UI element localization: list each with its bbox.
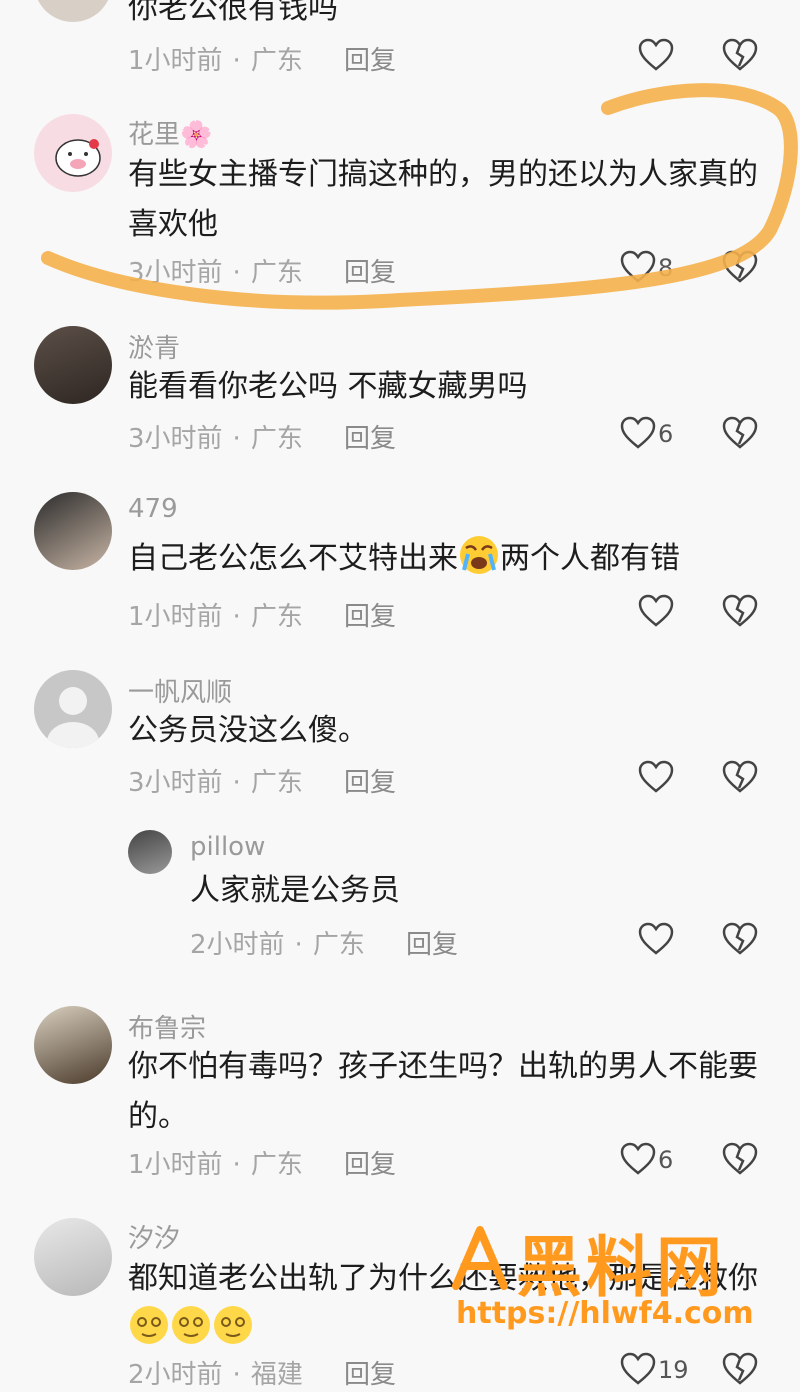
- comment-username[interactable]: 淤青: [128, 328, 180, 365]
- dizzy-emoji-icon: [130, 1306, 168, 1344]
- comment-time: 2小时前: [128, 1360, 223, 1390]
- like-button[interactable]: [638, 38, 708, 78]
- comment-username[interactable]: 汐汐: [128, 1218, 180, 1255]
- comment-username[interactable]: 479: [128, 494, 178, 524]
- avatar[interactable]: [128, 830, 172, 874]
- reply-button[interactable]: 回复: [344, 596, 396, 633]
- dislike-button[interactable]: [722, 416, 762, 456]
- broken-heart-icon: [722, 416, 758, 449]
- comment-text-part: 自己老公怎么不艾特出来: [128, 541, 458, 576]
- comment-time: 3小时前: [128, 768, 223, 798]
- comment-meta: 2小时前 · 福建: [128, 1360, 303, 1390]
- avatar[interactable]: [34, 670, 112, 748]
- comment-meta: 3小时前 · 广东: [128, 258, 303, 288]
- comment-location: 广东: [250, 258, 303, 288]
- comment-meta: 3小时前 · 广东: [128, 424, 303, 454]
- dislike-button[interactable]: [722, 38, 762, 78]
- broken-heart-icon: [722, 594, 758, 627]
- avatar[interactable]: [34, 326, 112, 404]
- comment-time: 1小时前: [128, 602, 223, 632]
- broken-heart-icon: [722, 38, 758, 71]
- comment-text: 你老公很有钱吗: [128, 0, 338, 26]
- watermark-url: https://hlwf4.com: [456, 1296, 754, 1331]
- comment-username[interactable]: 花里🌸: [128, 114, 212, 151]
- comment-time: 3小时前: [128, 424, 223, 454]
- comment-text: 自己老公怎么不艾特出来 两个人都有错: [128, 534, 764, 584]
- heart-icon: [638, 38, 674, 71]
- dizzy-emoji-icon: [172, 1306, 210, 1344]
- heart-icon: [620, 1142, 656, 1175]
- comment-location: 广东: [250, 768, 303, 798]
- dislike-button[interactable]: [722, 760, 762, 800]
- comment-time: 3小时前: [128, 258, 223, 288]
- broken-heart-icon: [722, 250, 758, 283]
- dislike-button[interactable]: [722, 922, 762, 962]
- reply-button[interactable]: 回复: [344, 1144, 396, 1181]
- comment-location: 广东: [250, 602, 303, 632]
- comment-username[interactable]: 布鲁宗: [128, 1008, 206, 1045]
- dislike-button[interactable]: [722, 250, 762, 290]
- comment-meta: 2小时前 · 广东: [190, 930, 365, 960]
- comment-text: 人家就是公务员: [190, 873, 400, 908]
- comment-location: 广东: [250, 46, 303, 76]
- comment-location: 广东: [312, 930, 365, 960]
- dizzy-emoji-icon: [214, 1306, 252, 1344]
- reply-button[interactable]: 回复: [344, 418, 396, 455]
- heart-icon: [620, 1352, 656, 1385]
- reply-button[interactable]: 回复: [344, 1354, 396, 1391]
- avatar[interactable]: [34, 1218, 112, 1296]
- broken-heart-icon: [722, 1352, 758, 1385]
- like-button[interactable]: [638, 594, 708, 634]
- heart-icon: [620, 250, 656, 283]
- reply-button[interactable]: 回复: [344, 762, 396, 799]
- heart-icon: [638, 760, 674, 793]
- comment-meta: 3小时前 · 广东: [128, 768, 303, 798]
- avatar[interactable]: [34, 1006, 112, 1084]
- reply-button[interactable]: 回复: [344, 40, 396, 77]
- watermark-logo-icon: [452, 1226, 508, 1290]
- comment-username[interactable]: 一帆风顺: [128, 672, 232, 709]
- comment-time: 2小时前: [190, 930, 285, 960]
- avatar[interactable]: [34, 0, 112, 22]
- crying-emoji-icon: [460, 536, 498, 574]
- broken-heart-icon: [722, 760, 758, 793]
- comment-meta: 1小时前 · 广东: [128, 1150, 303, 1180]
- like-count: 8: [658, 254, 674, 282]
- dislike-button[interactable]: [722, 1352, 762, 1392]
- comment-text: 有些女主播专门搞这种的，男的还以为人家真的喜欢他: [128, 157, 758, 242]
- dislike-button[interactable]: [722, 594, 762, 634]
- comment-meta: 1小时前 · 广东: [128, 46, 303, 76]
- comment-time: 1小时前: [128, 1150, 223, 1180]
- comment-text-part: 两个人都有错: [500, 541, 680, 576]
- comment-time: 1小时前: [128, 46, 223, 76]
- like-button[interactable]: [638, 760, 708, 800]
- like-button[interactable]: 19: [620, 1352, 690, 1392]
- heart-icon: [638, 594, 674, 627]
- like-button[interactable]: 6: [620, 1142, 690, 1182]
- avatar[interactable]: [34, 114, 112, 192]
- broken-heart-icon: [722, 1142, 758, 1175]
- broken-heart-icon: [722, 922, 758, 955]
- comment-text: 能看看你老公吗 不藏女藏男吗: [128, 369, 528, 404]
- comment-username[interactable]: pillow: [190, 832, 265, 862]
- like-count: 6: [658, 420, 674, 448]
- comment-text: 公务员没这么傻。: [128, 713, 368, 748]
- like-button[interactable]: 8: [620, 250, 690, 290]
- dislike-button[interactable]: [722, 1142, 762, 1182]
- reply-button[interactable]: 回复: [406, 924, 458, 961]
- like-button[interactable]: [638, 922, 708, 962]
- avatar[interactable]: [34, 492, 112, 570]
- comment-meta: 1小时前 · 广东: [128, 602, 303, 632]
- reply-button[interactable]: 回复: [344, 252, 396, 289]
- comment-location: 广东: [250, 1150, 303, 1180]
- like-count: 6: [658, 1146, 674, 1174]
- heart-icon: [638, 922, 674, 955]
- like-button[interactable]: 6: [620, 416, 690, 456]
- like-count: 19: [658, 1356, 689, 1384]
- comment-location: 广东: [250, 424, 303, 454]
- watermark: 黑料网 https://hlwf4.com: [446, 1210, 786, 1350]
- comment-location: 福建: [250, 1360, 303, 1390]
- heart-icon: [620, 416, 656, 449]
- comment-text: 你不怕有毒吗？孩子还生吗？出轨的男人不能要的。: [128, 1049, 758, 1134]
